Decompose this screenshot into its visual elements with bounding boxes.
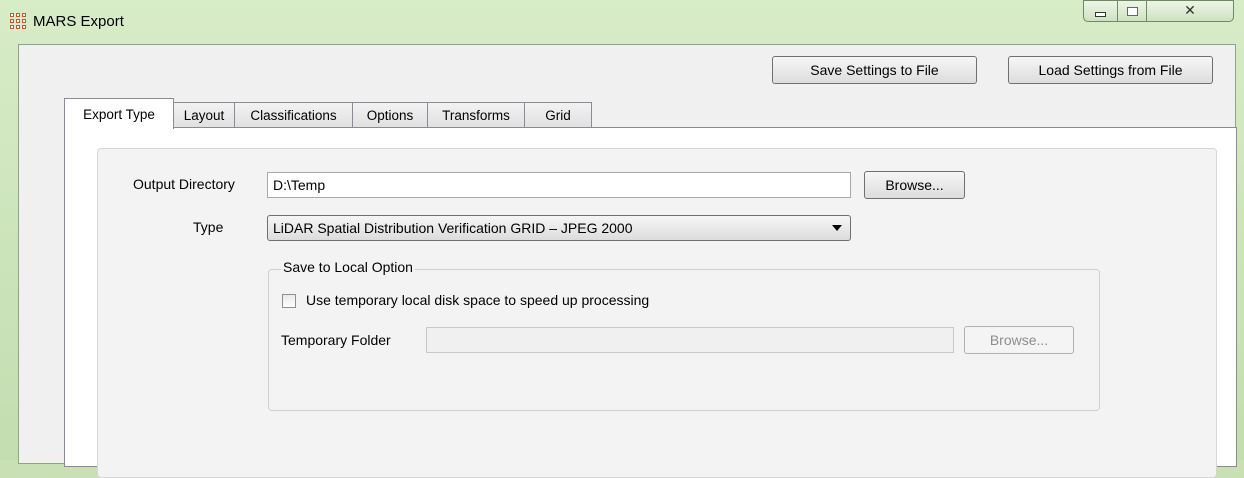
temporary-folder-label: Temporary Folder [281, 332, 391, 348]
use-temp-disk-label[interactable]: Use temporary local disk space to speed … [306, 292, 649, 308]
chevron-down-icon [832, 225, 842, 231]
minimize-icon [1095, 11, 1106, 17]
maximize-button[interactable] [1117, 0, 1147, 22]
tab-page-export-type: Output Directory D:\Temp Browse... Type … [64, 127, 1237, 478]
browse-temp-folder-button[interactable]: Browse... [964, 326, 1074, 354]
type-select[interactable]: LiDAR Spatial Distribution Verification … [267, 215, 851, 241]
load-settings-button[interactable]: Load Settings from File [1008, 56, 1213, 84]
type-select-value: LiDAR Spatial Distribution Verification … [273, 220, 633, 236]
close-icon: ✕ [1184, 3, 1196, 19]
output-directory-label: Output Directory [133, 176, 235, 192]
maximize-icon [1126, 6, 1138, 16]
export-settings-panel: Output Directory D:\Temp Browse... Type … [97, 148, 1217, 478]
minimize-button[interactable] [1083, 0, 1118, 22]
dialog-body: Save Settings to File Load Settings from… [18, 44, 1237, 478]
app-icon [10, 13, 26, 29]
type-label: Type [193, 219, 224, 235]
save-to-local-group-title: Save to Local Option [281, 259, 415, 275]
window: MARS Export ✕ Save Settings to File Load… [0, 0, 1244, 478]
tab-classifications[interactable]: Classifications [234, 102, 353, 128]
use-temp-disk-checkbox[interactable] [282, 294, 296, 308]
tab-layout[interactable]: Layout [173, 102, 235, 128]
save-settings-button[interactable]: Save Settings to File [772, 56, 977, 84]
tab-options[interactable]: Options [352, 102, 428, 128]
title-bar[interactable]: MARS Export ✕ [0, 0, 1244, 44]
output-directory-input[interactable]: D:\Temp [267, 172, 851, 198]
close-button[interactable]: ✕ [1146, 0, 1234, 22]
save-to-local-group: Save to Local Option Use temporary local… [268, 259, 1100, 411]
window-title: MARS Export [33, 13, 124, 30]
tab-transforms[interactable]: Transforms [427, 102, 525, 128]
temporary-folder-input[interactable] [426, 327, 954, 353]
browse-output-button[interactable]: Browse... [864, 171, 965, 199]
tab-grid[interactable]: Grid [524, 102, 592, 128]
tab-export-type[interactable]: Export Type [64, 98, 174, 129]
